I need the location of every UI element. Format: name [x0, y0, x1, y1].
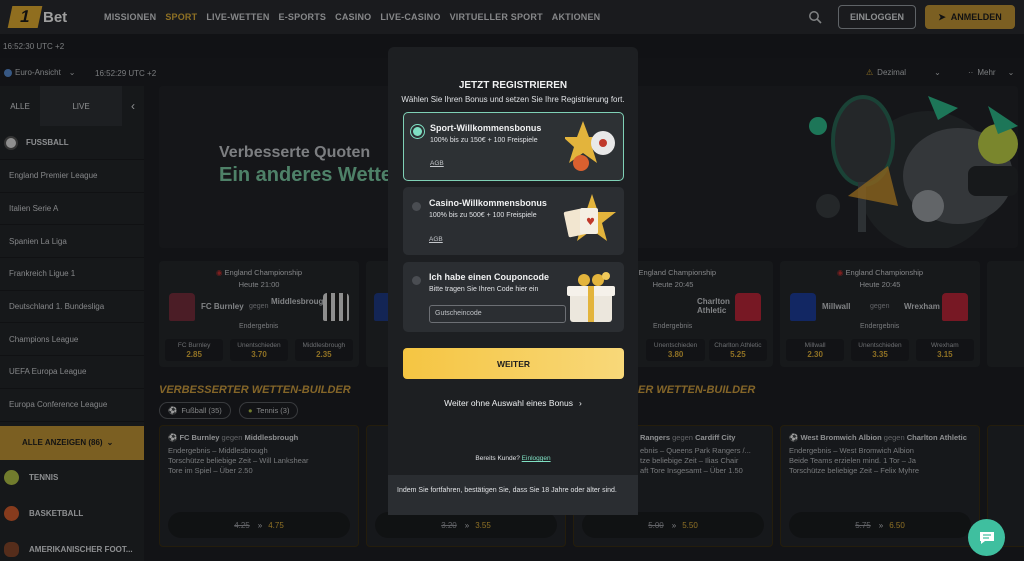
terms-link[interactable]: AGB	[429, 236, 443, 243]
gift-icon	[567, 272, 615, 322]
svg-text:♥: ♥	[586, 217, 595, 228]
modal-title: JETZT REGISTRIEREN	[458, 80, 568, 91]
app-root: 1 Bet MISSIONEN SPORT LIVE-WETTEN E-SPOR…	[0, 0, 1024, 561]
skip-bonus-link[interactable]: Weiter ohne Auswahl eines Bonus ›	[388, 398, 638, 408]
bonus-title: Sport-Willkommensbonus	[430, 123, 542, 133]
casino-bonus-icon: ♥	[563, 194, 616, 241]
bonus-title: Ich habe einen Couponcode	[429, 272, 550, 282]
bonus-option-coupon[interactable]: Ich habe einen Couponcode Bitte tragen S…	[403, 262, 624, 332]
sport-bonus-icon	[565, 121, 615, 171]
modal-subtitle: Wählen Sie Ihren Bonus und setzen Sie Ih…	[401, 95, 625, 104]
radio-unselected[interactable]	[412, 202, 421, 211]
radio-unselected[interactable]	[412, 276, 421, 285]
radio-selected[interactable]	[413, 127, 422, 136]
coupon-input[interactable]: Gutscheincode	[429, 305, 566, 323]
bonus-desc: 100% bis zu 150€ + 100 Freispiele	[430, 137, 538, 144]
already-customer: Bereits Kunde? Einloggen	[388, 455, 638, 462]
modal-footer: Indem Sie fortfahren, bestätigen Sie, da…	[388, 475, 638, 515]
registration-modal: JETZT REGISTRIEREN Wählen Sie Ihren Bonu…	[388, 47, 638, 475]
age-disclaimer: Indem Sie fortfahren, bestätigen Sie, da…	[397, 487, 617, 494]
skip-label: Weiter ohne Auswahl eines Bonus	[444, 398, 573, 408]
terms-link[interactable]: AGB	[430, 160, 444, 167]
login-link[interactable]: Einloggen	[522, 455, 551, 462]
chat-icon	[979, 531, 994, 544]
bonus-option-casino[interactable]: Casino-Willkommensbonus 100% bis zu 500€…	[403, 187, 624, 255]
bonus-title: Casino-Willkommensbonus	[429, 198, 547, 208]
chat-button[interactable]	[968, 519, 1005, 556]
already-text: Bereits Kunde?	[475, 455, 520, 462]
bonus-desc: 100% bis zu 500€ + 100 Freispiele	[429, 212, 537, 219]
bonus-option-sport[interactable]: Sport-Willkommensbonus 100% bis zu 150€ …	[403, 112, 624, 181]
continue-button[interactable]: WEITER	[403, 348, 624, 379]
bonus-desc: Bitte tragen Sie Ihren Code hier ein	[429, 286, 539, 293]
chevron-right-icon: ›	[579, 398, 582, 408]
